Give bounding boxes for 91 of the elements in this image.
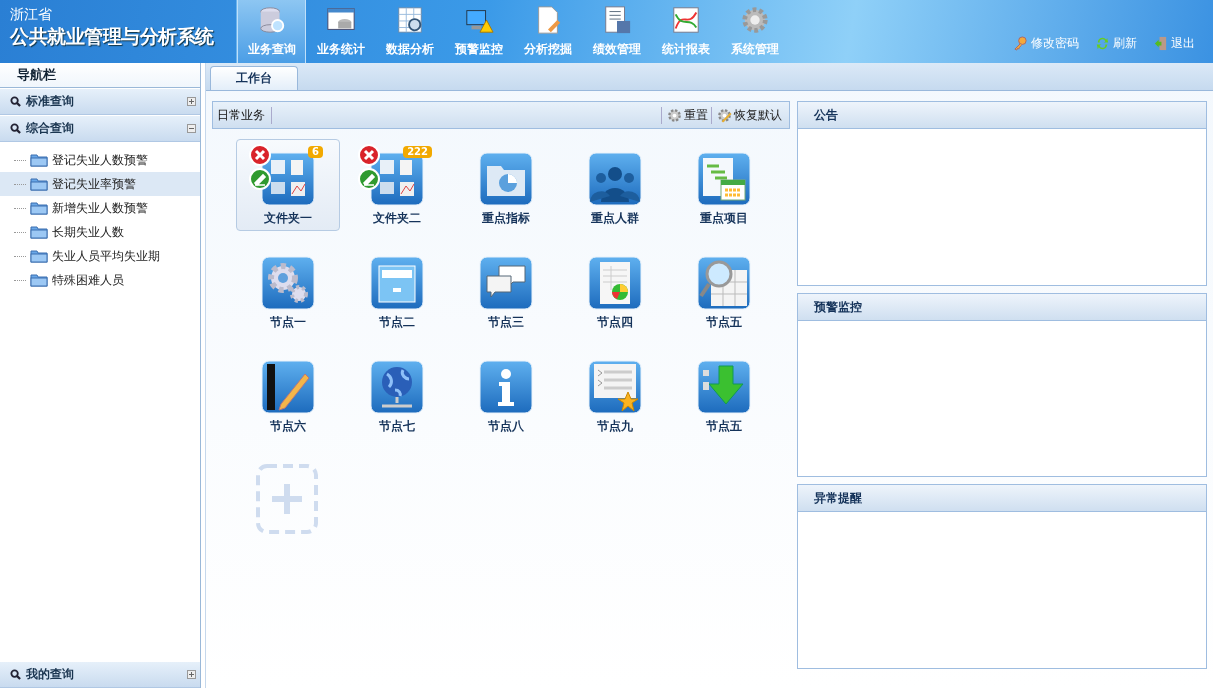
gear-icon: [667, 107, 682, 123]
tree-item[interactable]: 长期失业人数: [0, 220, 200, 244]
tile-label: 节点八: [488, 418, 524, 435]
plus-icon: [256, 464, 318, 534]
tile-label: 节点五: [706, 314, 742, 331]
folder-icon: [30, 225, 48, 239]
tree-item[interactable]: 登记失业人数预警: [0, 148, 200, 172]
tab[interactable]: 工作台: [210, 66, 298, 90]
people-icon: [588, 152, 642, 206]
count-badge: 222: [403, 146, 432, 158]
tile-label: 重点项目: [700, 210, 748, 227]
gear-icon: [739, 5, 770, 35]
tile-label: 节点七: [379, 418, 415, 435]
app-tile[interactable]: 节点二: [345, 243, 449, 335]
panel-title: 预警监控: [798, 293, 1206, 321]
app-tile[interactable]: 节点四: [563, 243, 667, 335]
tree-item[interactable]: 新增失业人数预警: [0, 196, 200, 220]
accordion-header[interactable]: 综合查询: [0, 116, 200, 142]
folder-icon: [30, 273, 48, 287]
province-label: 浙江省: [10, 6, 53, 24]
tile-label: 节点一: [270, 314, 306, 331]
globe-icon: [370, 360, 424, 414]
folder-icon: [30, 249, 48, 263]
search-icon: [10, 123, 21, 134]
delete-icon[interactable]: [249, 144, 271, 166]
tree-item-label: 长期失业人数: [52, 223, 124, 241]
section-title: 日常业务: [217, 106, 272, 124]
collapse-icon[interactable]: [187, 124, 196, 133]
tree-item[interactable]: 失业人员平均失业期: [0, 244, 200, 268]
chat-icon: [479, 256, 533, 310]
edit-icon[interactable]: [249, 168, 271, 190]
expand-icon[interactable]: [187, 97, 196, 106]
app-tile[interactable]: 节点五: [672, 243, 776, 335]
add-tile-button[interactable]: [256, 463, 320, 535]
panel-title: 公告: [798, 102, 1206, 129]
search-icon: [10, 96, 21, 107]
gears-icon: [261, 256, 315, 310]
info-icon: [479, 360, 533, 414]
search-icon: [10, 669, 21, 680]
tree-item[interactable]: 特殊困难人员: [0, 268, 200, 292]
app-tile[interactable]: 节点八: [454, 347, 558, 439]
tree-item-label: 登记失业率预警: [52, 175, 136, 193]
pencil-gear-icon: [717, 107, 732, 123]
tree-item[interactable]: 登记失业率预警: [0, 172, 200, 196]
tile-label: 节点九: [597, 418, 633, 435]
accordion-header[interactable]: 标准查询: [0, 89, 200, 115]
app-tile[interactable]: 节点七: [345, 347, 449, 439]
pencil-icon: [261, 360, 315, 414]
tile-label: 文件夹一: [264, 210, 312, 227]
tree-item-label: 特殊困难人员: [52, 271, 124, 289]
app-tile[interactable]: 节点一: [236, 243, 340, 335]
key-icon: [1013, 36, 1028, 51]
folder-tile[interactable]: 222 文件夹二: [345, 139, 449, 231]
app-tile[interactable]: 节点六: [236, 347, 340, 439]
system-title: 公共就业管理与分析系统: [10, 24, 215, 49]
tile-label: 文件夹二: [373, 210, 421, 227]
tile-label: 重点人群: [591, 210, 639, 227]
folder-icon: [30, 153, 48, 167]
tree-item-label: 登记失业人数预警: [52, 151, 148, 169]
folder-icon: [30, 201, 48, 215]
folder-tile[interactable]: 6 文件夹一: [236, 139, 340, 231]
edit-icon[interactable]: [358, 168, 380, 190]
document-pie-icon: [588, 256, 642, 310]
app-tile[interactable]: 重点人群: [563, 139, 667, 231]
tile-label: 重点指标: [482, 210, 530, 227]
refresh-icon: [1095, 36, 1110, 51]
magnifier-table-icon: [697, 256, 751, 310]
tree-item-label: 失业人员平均失业期: [52, 247, 160, 265]
calendar-table-icon: [697, 152, 751, 206]
folder-pie-icon: [479, 152, 533, 206]
toolbar-button[interactable]: 重置: [661, 106, 711, 124]
exit-door-icon: [1153, 36, 1168, 51]
app-tile[interactable]: 节点五: [672, 347, 776, 439]
tile-label: 节点四: [597, 314, 633, 331]
expand-icon[interactable]: [187, 670, 196, 679]
app-tile[interactable]: 重点指标: [454, 139, 558, 231]
delete-icon[interactable]: [358, 144, 380, 166]
tile-label: 节点二: [379, 314, 415, 331]
line-chart-icon: [670, 5, 701, 35]
app-tile[interactable]: 节点三: [454, 243, 558, 335]
tile-label: 节点五: [706, 418, 742, 435]
accordion-header[interactable]: 我的查询: [0, 662, 200, 688]
app-tile[interactable]: 节点九: [563, 347, 667, 439]
panel-title: 异常提醒: [798, 485, 1206, 513]
tree-item-label: 新增失业人数预警: [52, 199, 148, 217]
tile-label: 节点三: [488, 314, 524, 331]
count-badge: 6: [308, 146, 323, 158]
tile-label: 节点六: [270, 418, 306, 435]
toolbar-button[interactable]: 恢复默认: [711, 106, 785, 124]
app-tile[interactable]: 重点项目: [672, 139, 776, 231]
folder-icon: [30, 177, 48, 191]
